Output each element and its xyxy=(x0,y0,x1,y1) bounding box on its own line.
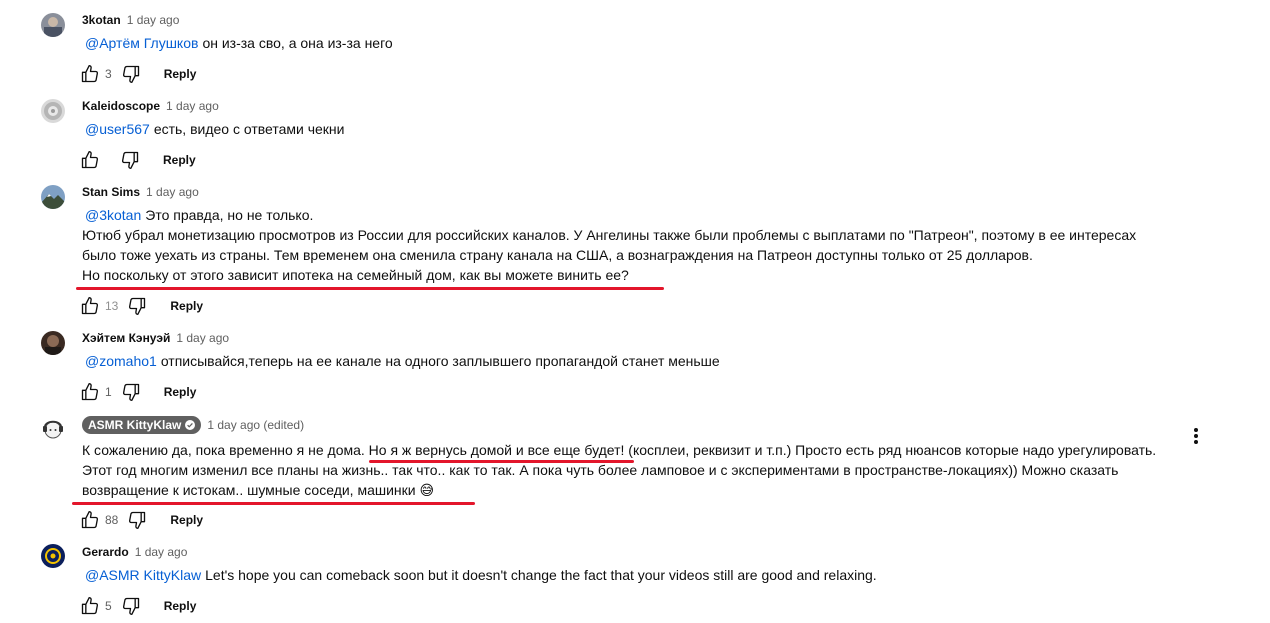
mention-link[interactable]: @ASMR KittyKlaw xyxy=(85,567,201,583)
comment-text: @3kotan Это правда, но не только. Ютюб уб… xyxy=(82,207,1137,283)
thumb-down-icon[interactable] xyxy=(126,295,148,317)
reply-button[interactable]: Reply xyxy=(164,599,197,613)
like-count: 88 xyxy=(105,513,119,527)
comment-text: @ASMR KittyKlaw Let's hope you can comeba… xyxy=(85,567,877,583)
reply-button[interactable]: Reply xyxy=(170,513,203,527)
comment-text: @zomaho1 отписывайся,теперь на ее канале … xyxy=(85,353,720,369)
timestamp[interactable]: 1 day ago xyxy=(166,99,219,113)
verified-check-icon xyxy=(185,420,196,430)
thumb-up-icon[interactable] xyxy=(79,149,101,171)
thumb-down-icon[interactable] xyxy=(126,509,148,531)
avatar[interactable] xyxy=(41,13,65,37)
like-count: 3 xyxy=(105,67,112,81)
avatar[interactable] xyxy=(41,99,65,123)
red-underline-annotation xyxy=(72,502,475,505)
thumb-up-icon[interactable] xyxy=(79,595,101,617)
mention-link[interactable]: @3kotan xyxy=(85,207,141,223)
timestamp[interactable]: 1 day ago xyxy=(146,185,199,199)
avatar[interactable] xyxy=(41,331,65,355)
timestamp[interactable]: 1 day ago (edited) xyxy=(207,418,304,432)
author-name: ASMR KittyKlaw xyxy=(88,418,182,432)
reply-button[interactable]: Reply xyxy=(164,385,197,399)
red-underline-annotation xyxy=(76,287,664,290)
comment-text: @Артём Глушков он из-за сво, а она из-за … xyxy=(85,35,393,51)
comment-text: @user567 есть, видео с ответами чекни xyxy=(85,121,345,137)
thumb-down-icon[interactable] xyxy=(120,63,142,85)
red-underline-annotation xyxy=(369,460,634,463)
mention-link[interactable]: @zomaho1 xyxy=(85,353,157,369)
author-name[interactable]: 3kotan xyxy=(82,13,121,27)
reply-button[interactable]: Reply xyxy=(163,153,196,167)
comment-actions: 5 Reply xyxy=(79,595,196,617)
like-count: 5 xyxy=(105,599,112,613)
comment-text: К сожалению да, пока временно я не дома.… xyxy=(82,442,1157,498)
author-name[interactable]: Gerardo xyxy=(82,545,129,559)
timestamp[interactable]: 1 day ago xyxy=(176,331,229,345)
comment-actions: 88 Reply xyxy=(79,509,203,531)
comment-actions: 3 Reply xyxy=(79,63,196,85)
avatar[interactable] xyxy=(41,417,65,441)
thumb-down-icon[interactable] xyxy=(119,149,141,171)
like-count: 1 xyxy=(105,385,112,399)
comment-actions: 13 Reply xyxy=(79,295,203,317)
author-name[interactable]: Хэйтем Кэнуэй xyxy=(82,331,170,345)
thumb-down-icon[interactable] xyxy=(120,381,142,403)
avatar[interactable] xyxy=(41,544,65,568)
more-vert-icon[interactable] xyxy=(1184,424,1208,448)
author-name[interactable]: Kaleidoscope xyxy=(82,99,160,113)
comment-actions: Reply xyxy=(79,149,196,171)
reply-button[interactable]: Reply xyxy=(164,67,197,81)
timestamp[interactable]: 1 day ago xyxy=(127,13,180,27)
author-name[interactable]: Stan Sims xyxy=(82,185,140,199)
thumb-up-icon[interactable] xyxy=(79,509,101,531)
thumb-down-icon[interactable] xyxy=(120,595,142,617)
thumb-up-icon[interactable] xyxy=(79,63,101,85)
avatar[interactable] xyxy=(41,185,65,209)
thumb-up-icon[interactable] xyxy=(79,381,101,403)
comment-actions: 1 Reply xyxy=(79,381,196,403)
like-count: 13 xyxy=(105,299,119,313)
reply-button[interactable]: Reply xyxy=(170,299,203,313)
timestamp[interactable]: 1 day ago xyxy=(135,545,188,559)
mention-link[interactable]: @user567 xyxy=(85,121,150,137)
thumb-up-icon[interactable] xyxy=(79,295,101,317)
mention-link[interactable]: @Артём Глушков xyxy=(85,35,198,51)
creator-badge[interactable]: ASMR KittyKlaw xyxy=(82,416,202,434)
